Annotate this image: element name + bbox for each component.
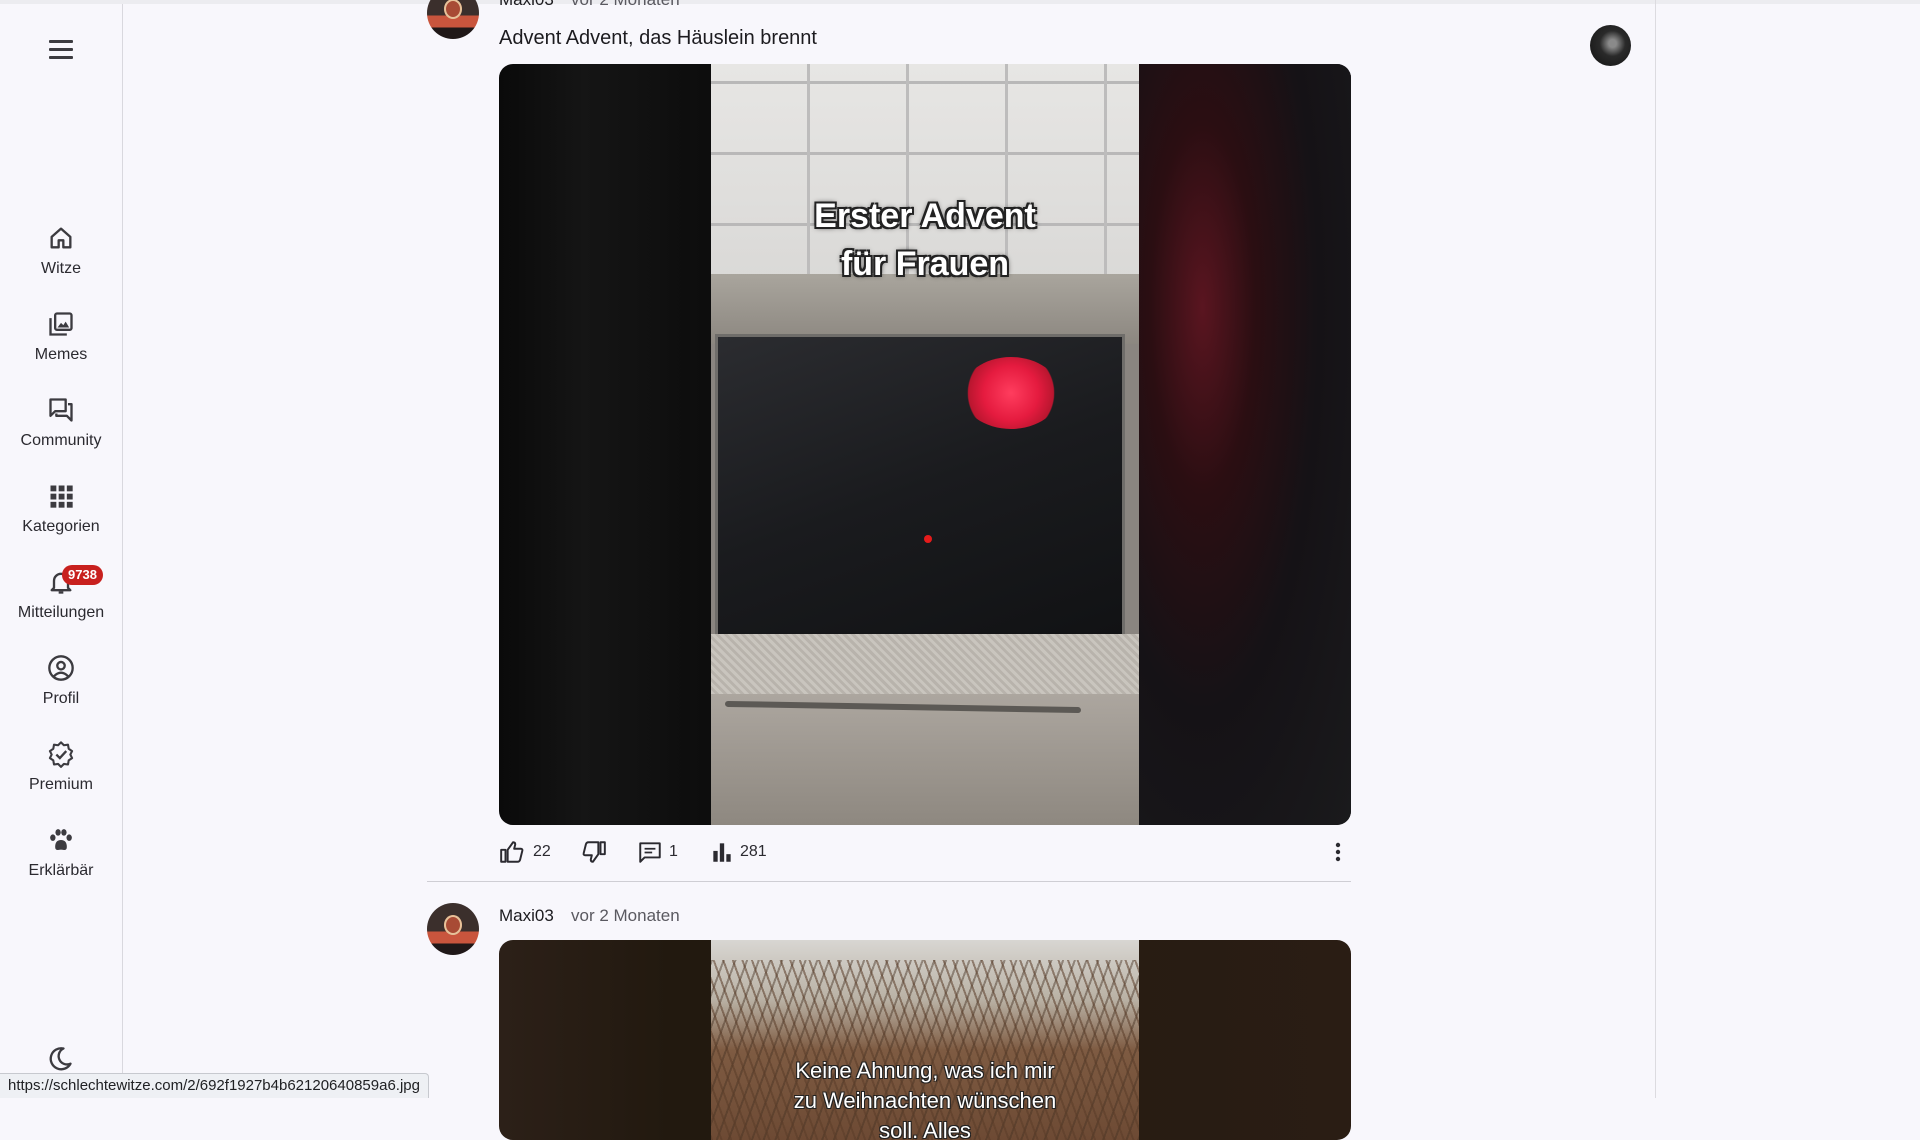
sidebar-item-erklaerbaer[interactable]: Erklärbär <box>0 826 122 906</box>
sidebar-item-mitteilungen[interactable]: 9738 Mitteilungen <box>0 565 122 648</box>
sidebar-item-community[interactable]: Community <box>0 396 122 476</box>
paw-icon <box>50 829 72 850</box>
video-caption: Erster Advent für Frauen <box>814 197 1036 283</box>
more-vert-icon[interactable] <box>1327 839 1349 865</box>
post-media-video[interactable]: Keine Ahnung, was ich mir zu Weihnachten… <box>499 940 1351 1140</box>
hamburger-menu-icon[interactable] <box>45 35 77 63</box>
sidebar-item-label: Erklärbär <box>28 862 94 879</box>
status-bar-url: https://schlechtewitze.com/2/692f1927b4b… <box>0 1073 429 1098</box>
moon-icon[interactable] <box>46 1045 74 1073</box>
post-title: Advent Advent, das Häuslein brennt <box>499 27 817 49</box>
dislike-button[interactable] <box>581 839 609 865</box>
thumb-down-icon <box>582 841 606 863</box>
forum-icon <box>49 398 73 422</box>
sidebar-item-witze[interactable]: Witze <box>0 224 122 304</box>
video-frame: Keine Ahnung, was ich mir zu Weihnachten… <box>711 940 1139 1140</box>
media-blur-background <box>1139 64 1351 825</box>
comment-icon <box>639 842 661 863</box>
column-divider <box>1655 0 1656 1098</box>
cooktop <box>715 334 1125 640</box>
account-circle-icon <box>48 655 74 681</box>
sidebar: Witze Memes Community Kategorien 9738 Mi… <box>0 4 123 1098</box>
floor <box>711 694 1139 825</box>
like-button[interactable]: 22 <box>499 839 559 865</box>
glowing-burner <box>962 357 1060 429</box>
indicator-light <box>924 535 932 543</box>
post-author-avatar[interactable] <box>427 0 479 39</box>
user-avatar[interactable] <box>1590 25 1631 66</box>
sidebar-item-memes[interactable]: Memes <box>0 310 122 390</box>
like-count: 22 <box>533 843 551 860</box>
thumb-up-icon <box>500 841 524 863</box>
notification-count-badge: 9738 <box>62 565 103 585</box>
home-icon <box>50 227 72 249</box>
comment-count: 1 <box>669 843 678 860</box>
sidebar-item-profil[interactable]: Profil <box>0 654 122 734</box>
sidebar-item-label: Witze <box>41 260 81 277</box>
sidebar-item-kategorien[interactable]: Kategorien <box>0 482 122 562</box>
sidebar-item-label: Kategorien <box>22 518 100 535</box>
comment-button[interactable]: 1 <box>637 839 687 865</box>
post-time: vor 2 Monaten <box>571 906 680 925</box>
video-caption: Keine Ahnung, was ich mir zu Weihnachten… <box>793 1058 1057 1140</box>
post-time: vor 2 Monaten <box>571 0 680 10</box>
post-author[interactable]: Maxi03 <box>499 906 554 926</box>
grid-icon <box>50 485 73 508</box>
post-author[interactable]: Maxi03 <box>499 0 554 10</box>
image-library-icon <box>49 312 73 336</box>
sidebar-item-label: Mitteilungen <box>17 604 105 621</box>
post-actions: 22 1 281 <box>499 839 1351 865</box>
bar-chart-icon <box>713 843 731 862</box>
countertop-front <box>711 634 1139 694</box>
sidebar-item-label: Memes <box>34 346 88 363</box>
verified-badge-icon <box>48 741 74 768</box>
sidebar-item-label: Profil <box>42 690 80 707</box>
sidebar-item-label: Community <box>20 432 102 449</box>
sidebar-item-premium[interactable]: Premium <box>0 740 122 820</box>
post-author-avatar[interactable] <box>427 903 479 955</box>
sidebar-item-label: Premium <box>28 776 93 793</box>
video-frame: Erster Advent für Frauen <box>711 64 1139 825</box>
views-button[interactable]: 281 <box>709 839 779 865</box>
post-media-video[interactable]: Erster Advent für Frauen <box>499 64 1351 825</box>
view-count: 281 <box>740 843 767 860</box>
top-border <box>0 0 1920 4</box>
post-divider <box>427 881 1351 882</box>
